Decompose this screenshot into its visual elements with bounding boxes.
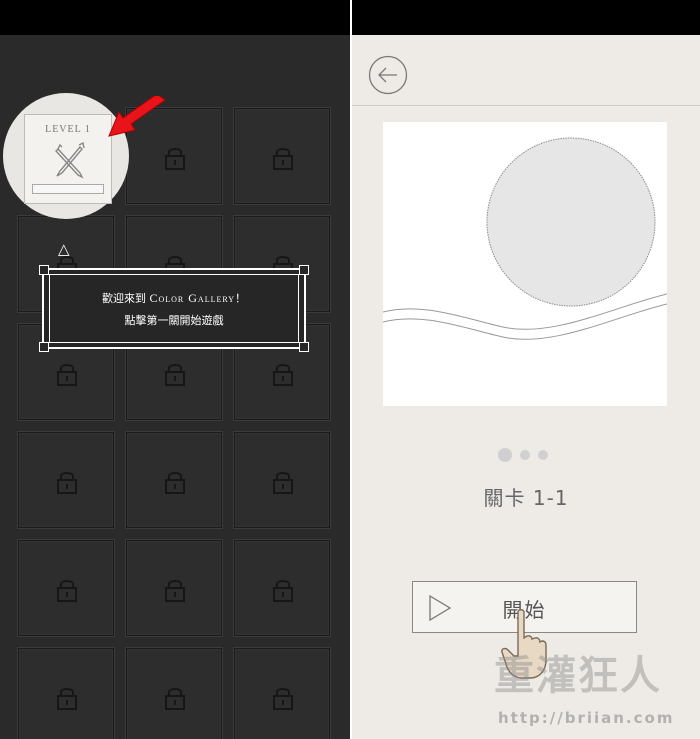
welcome-suffix: ！ — [235, 292, 247, 305]
header-divider — [352, 105, 700, 106]
lock-icon — [55, 361, 79, 387]
page-dot — [520, 450, 530, 460]
lock-icon — [163, 145, 187, 171]
locked-level-tile[interactable] — [126, 648, 222, 739]
locked-level-tile[interactable] — [18, 432, 114, 528]
lock-icon — [271, 685, 295, 711]
watermark: 重灌狂人 http://briian.com — [494, 643, 700, 739]
page-indicator — [498, 447, 558, 463]
locked-level-tile[interactable] — [234, 108, 330, 204]
page-dot-active — [498, 448, 512, 462]
page-dot — [538, 450, 548, 460]
locked-level-tile[interactable] — [126, 540, 222, 636]
locked-level-tile[interactable] — [126, 432, 222, 528]
lock-icon — [163, 685, 187, 711]
welcome-prefix: 歡迎來到 — [101, 292, 150, 305]
lock-icon — [55, 469, 79, 495]
welcome-dialog: 歡迎來到 Color Gallery！ 點擊第一關開始遊戲 — [39, 265, 309, 352]
lock-icon — [163, 361, 187, 387]
watermark-text: 重灌狂人 — [494, 653, 662, 699]
level-progress-bar — [32, 184, 104, 194]
locked-level-tile[interactable] — [234, 540, 330, 636]
lock-icon — [271, 577, 295, 603]
locked-level-tile[interactable] — [18, 648, 114, 739]
locked-level-tile[interactable] — [234, 432, 330, 528]
welcome-line-2: 點擊第一關開始遊戲 — [124, 314, 224, 327]
status-bar — [0, 0, 350, 35]
locked-level-tile[interactable] — [18, 540, 114, 636]
level-detail-screen: 關卡 1-1 開始 重灌狂人 http://briian.com — [352, 0, 700, 739]
dialog-corner — [299, 265, 309, 275]
level-detail-area: 關卡 1-1 開始 重灌狂人 http://briian.com — [352, 35, 700, 739]
pencil-brush-icon — [55, 141, 85, 179]
lock-icon — [271, 145, 295, 171]
status-bar — [352, 0, 700, 35]
level-preview-canvas — [383, 122, 667, 406]
locked-level-tile[interactable] — [234, 648, 330, 739]
level-select-screen: LEVEL 1 △ 歡迎來到 Color Gallery！ 點擊第一關開始遊戲 — [0, 0, 350, 739]
red-arrow-icon — [108, 96, 166, 137]
dialog-corner — [39, 265, 49, 275]
preview-sun-shape — [486, 137, 656, 307]
level-1-tile[interactable]: LEVEL 1 — [24, 114, 112, 204]
stage-label: 關卡 1-1 — [483, 486, 569, 510]
lock-icon — [271, 469, 295, 495]
dialog-corner — [299, 342, 309, 352]
lock-icon — [163, 469, 187, 495]
triangle-icon: △ — [58, 240, 70, 258]
dialog-corner — [39, 342, 49, 352]
level-1-label: LEVEL 1 — [45, 124, 91, 135]
watermark-url: http://briian.com — [498, 709, 675, 727]
game-name: Color Gallery — [149, 291, 236, 305]
back-arrow-icon[interactable] — [368, 55, 408, 95]
lock-icon — [163, 577, 187, 603]
lock-icon — [55, 685, 79, 711]
welcome-line-1: 歡迎來到 Color Gallery！ — [44, 290, 304, 306]
lock-icon — [271, 361, 295, 387]
lock-icon — [55, 577, 79, 603]
